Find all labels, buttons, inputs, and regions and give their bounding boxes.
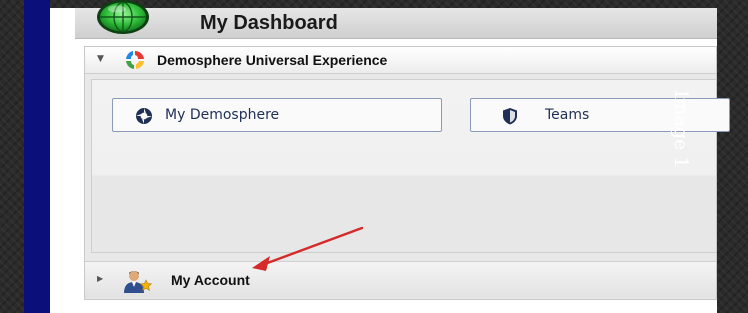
demosphere-logo-icon — [136, 108, 152, 124]
left-blue-bar — [24, 0, 50, 313]
my-demosphere-button[interactable]: My Demosphere — [112, 98, 442, 132]
dashboard-header: My Dashboard — [75, 0, 717, 39]
demosphere-section: ▼ Demosphere Universal Experience My Dem… — [84, 46, 730, 300]
image-caption: Image 1 — [670, 90, 692, 169]
demosphere-logo-icon — [126, 50, 144, 69]
section-body: My Demosphere Teams — [91, 79, 730, 253]
green-globe-icon — [97, 0, 149, 34]
section-title: Demosphere Universal Experience — [157, 52, 388, 68]
page-title: My Dashboard — [200, 12, 338, 34]
caret-down-icon[interactable]: ▼ — [97, 54, 104, 64]
section-header[interactable]: ▼ Demosphere Universal Experience — [85, 47, 716, 74]
caret-right-icon[interactable]: ▶ — [97, 274, 103, 283]
tile-label: Teams — [545, 107, 590, 123]
user-star-icon — [124, 271, 153, 293]
tile-label: My Demosphere — [165, 107, 280, 123]
my-account-label: My Account — [171, 272, 250, 288]
my-account-row[interactable]: ▶ My Account — [85, 261, 716, 298]
dashboard-panel: My Dashboard ▼ Demosphere Universal Expe… — [50, 0, 730, 313]
shield-icon — [503, 108, 517, 125]
